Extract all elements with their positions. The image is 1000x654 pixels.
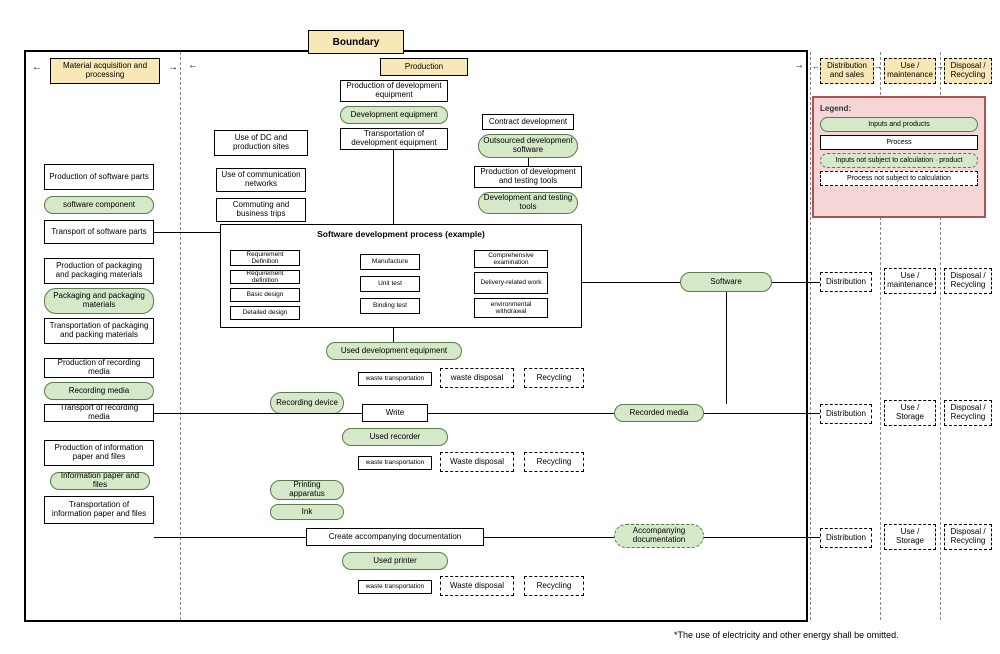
header-use: Use / maintenance [884,58,936,84]
r3-dist: Distribution [820,528,872,548]
box-waste-trans-2: waste transportation [358,456,432,470]
box-recycle-1: Recycling [524,368,584,388]
legend-title: Legend: [820,104,978,113]
col-divider-2 [810,52,811,620]
dev-c3c: environmental withdrawal [474,298,548,318]
box-commuting: Commuting and business trips [216,198,306,222]
box-write: Write [362,404,428,422]
box-recording-media: Recording media [44,382,154,400]
header-disposal: Disposal / Recycling [944,58,992,84]
legend-process: Process [820,135,978,150]
box-use-dc: Use of DC and production sites [214,130,308,156]
r2-dist: Distribution [820,404,872,424]
box-transport-paper: Transportation of information paper and … [44,496,154,524]
bracket-material-l: ← [32,62,42,73]
arrow-doc-r2 [704,537,820,538]
arrow-left-rec [154,413,362,414]
legend-inputs: Inputs and products [820,117,978,132]
box-waste-disp-2: Waste disposal [440,452,514,472]
box-prod-software-parts: Production of software parts [44,164,154,190]
dev-c1c: Basic design [230,288,300,302]
arrow-write-rec [428,413,614,414]
r1-dist: Distribution [820,272,872,292]
header-boundary: Boundary [308,30,404,54]
box-rec-device: Recording device [270,392,344,414]
box-dev-tools: Development and testing tools [478,192,578,214]
box-waste-disp-3: Waste disposal [440,576,514,596]
dev-c2a: Manufacture [360,254,420,270]
box-recycle-3: Recycling [524,576,584,596]
r3-disp: Disposal / Recycling [944,524,992,550]
arrow-outsrc-down [528,158,529,166]
box-used-dev: Used development equipment [326,342,462,360]
bracket-production-l: ← [188,60,198,71]
box-prod-dev-equip: Production of development equipment [340,80,448,102]
arrow-software-right [772,282,820,283]
bracket-dist-l: ← [812,62,820,71]
box-dev-equipment: Development equipment [340,106,448,124]
arrow-software-out [582,282,680,283]
dev-c1b: Requirement definition [230,270,300,284]
r1-disp: Disposal / Recycling [944,268,992,294]
bracket-material-r: → [168,62,178,73]
box-use-comm: Use of communication networks [216,168,306,192]
dev-c1d: Detailed design [230,306,300,320]
box-information-paper: Information paper and files [50,472,150,490]
bracket-production-r: → [794,60,804,71]
r2-use: Use / Storage [884,400,936,426]
dev-c2c: Binding test [360,298,420,314]
r3-use: Use / Storage [884,524,936,550]
box-contract-dev: Contract development [482,114,574,130]
dev-process-title: Software development process (example) [221,225,581,243]
box-accomp-doc: Accompanying documentation [614,524,704,548]
footnote: *The use of electricity and other energy… [674,630,899,640]
arrow-doc-right [484,537,614,538]
arrow-dev-down [393,150,394,224]
box-used-recorder: Used recorder [342,428,448,446]
box-waste-disp-1: waste disposal [440,368,514,388]
box-create-doc: Create accompanying documentation [306,528,484,546]
box-transport-software: Transport of software parts [44,220,154,244]
box-tools-prod: Production of development and testing to… [474,166,582,188]
box-prod-recording: Production of recording media [44,358,154,378]
dev-c1a: Requirement Definition [230,250,300,266]
box-transport-packaging: Transportation of packaging and packing … [44,318,154,344]
dev-c3b: Delivery-related work [474,272,548,294]
box-software-component: software component [44,196,154,214]
box-prod-packaging: Production of packaging and packaging ma… [44,258,154,284]
box-transport-recording: Transport of recording media [44,404,154,422]
r1-use: Use / maintenance [884,268,936,294]
box-transport-dev-equip: Transportation of development equipment [340,128,448,150]
arrow-used-down [393,328,394,342]
arrow-rec-right [704,413,820,414]
box-ink: Ink [270,504,344,520]
box-printing-app: Printing apparatus [270,480,344,500]
legend-process-not: Process not subject to calculation [820,171,978,186]
legend-box: Legend: Inputs and products Process Inpu… [812,96,986,218]
box-software: Software [680,272,772,292]
r2-disp: Disposal / Recycling [944,400,992,426]
arrow-left-1 [154,232,220,233]
box-prod-paper: Production of information paper and file… [44,440,154,466]
box-recycle-2: Recycling [524,452,584,472]
arrow-recorded-up [726,292,727,404]
arrow-left-paper [154,537,306,538]
header-distribution: Distribution and sales [820,58,874,84]
dev-c2b: Unit test [360,276,420,292]
box-waste-trans-1: waste transportation [358,372,432,386]
box-outsourced: Outsourced development software [478,134,578,158]
header-production: Production [380,58,468,76]
box-recorded-media: Recorded media [614,404,704,422]
box-waste-trans-3: waste transportation [358,580,432,594]
box-used-printer: Used printer [342,552,448,570]
col-divider-1 [180,52,181,620]
header-material: Material acquisition and processing [50,58,160,84]
dev-c3a: Comprehensive examination [474,250,548,268]
legend-inputs-not: Inputs not subject to calculation · prod… [820,153,978,168]
box-packaging-materials: Packaging and packaging materials [44,288,154,314]
